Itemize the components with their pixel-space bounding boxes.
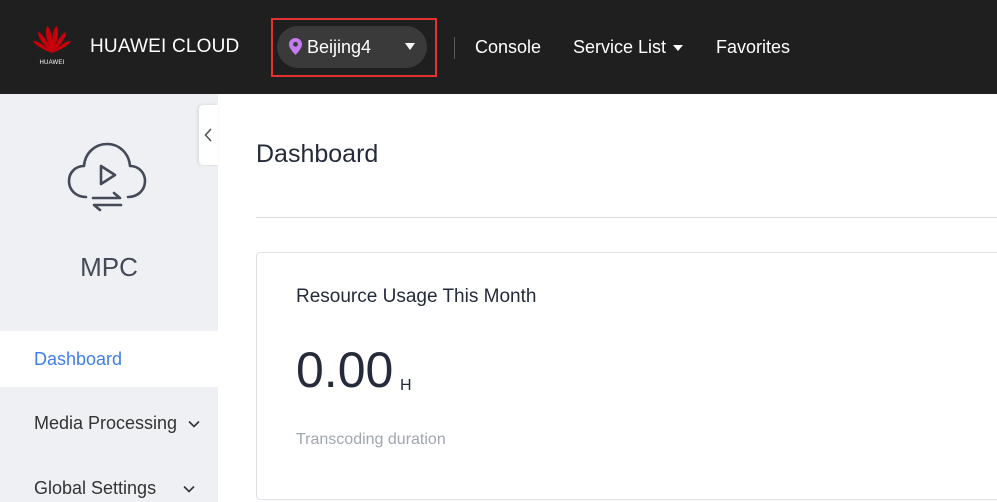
console-link-label: Console (475, 37, 542, 57)
region-selector[interactable]: Beijing4 (277, 26, 427, 68)
caret-down-icon (405, 43, 415, 50)
card-title: Resource Usage This Month (296, 286, 537, 307)
sidebar-item-label: Media Processing (34, 413, 178, 433)
location-pin-icon (289, 38, 302, 55)
favorites-label: Favorites (716, 37, 791, 57)
region-label: Beijing4 (307, 37, 372, 57)
chevron-down-icon (188, 421, 200, 428)
service-name: MPC (80, 252, 138, 282)
sidebar-item-dashboard[interactable]: Dashboard (0, 331, 218, 387)
sidebar-collapse-button[interactable] (199, 105, 218, 165)
cloud-media-icon (67, 142, 147, 212)
top-nav-bar: HUAWEI HUAWEI CLOUD Beijing4 Console Ser… (0, 0, 997, 94)
chevron-left-icon (204, 128, 212, 142)
brand-name[interactable]: HUAWEI CLOUD (90, 36, 239, 58)
sidebar-item-global-settings[interactable]: Global Settings (0, 460, 218, 502)
console-link[interactable]: Console (475, 37, 541, 58)
huawei-logo[interactable]: HUAWEI (27, 22, 77, 72)
chevron-down-icon (183, 486, 195, 493)
sidebar-item-label: Dashboard (34, 349, 123, 369)
logo-wordmark: HUAWEI (39, 60, 65, 66)
caret-down-icon (673, 45, 684, 52)
service-list-menu[interactable]: Service List (573, 37, 684, 58)
sidebar-item-label: Global Settings (34, 478, 157, 498)
usage-unit: H (400, 377, 412, 394)
usage-value: 0.00 (296, 342, 394, 398)
favorites-link[interactable]: Favorites (716, 37, 790, 58)
nav-divider (454, 37, 455, 59)
huawei-logo-icon (33, 26, 71, 53)
usage-label: Transcoding duration (296, 431, 446, 448)
sidebar-item-media-processing[interactable]: Media Processing (0, 395, 218, 451)
resource-usage-card: Resource Usage This Month 0.00 H Transco… (256, 252, 997, 500)
page-title: Dashboard (256, 140, 379, 168)
title-divider (256, 217, 997, 218)
service-list-label: Service List (573, 37, 667, 57)
sidebar: MPC Dashboard Media Processing Global Se… (0, 94, 218, 502)
